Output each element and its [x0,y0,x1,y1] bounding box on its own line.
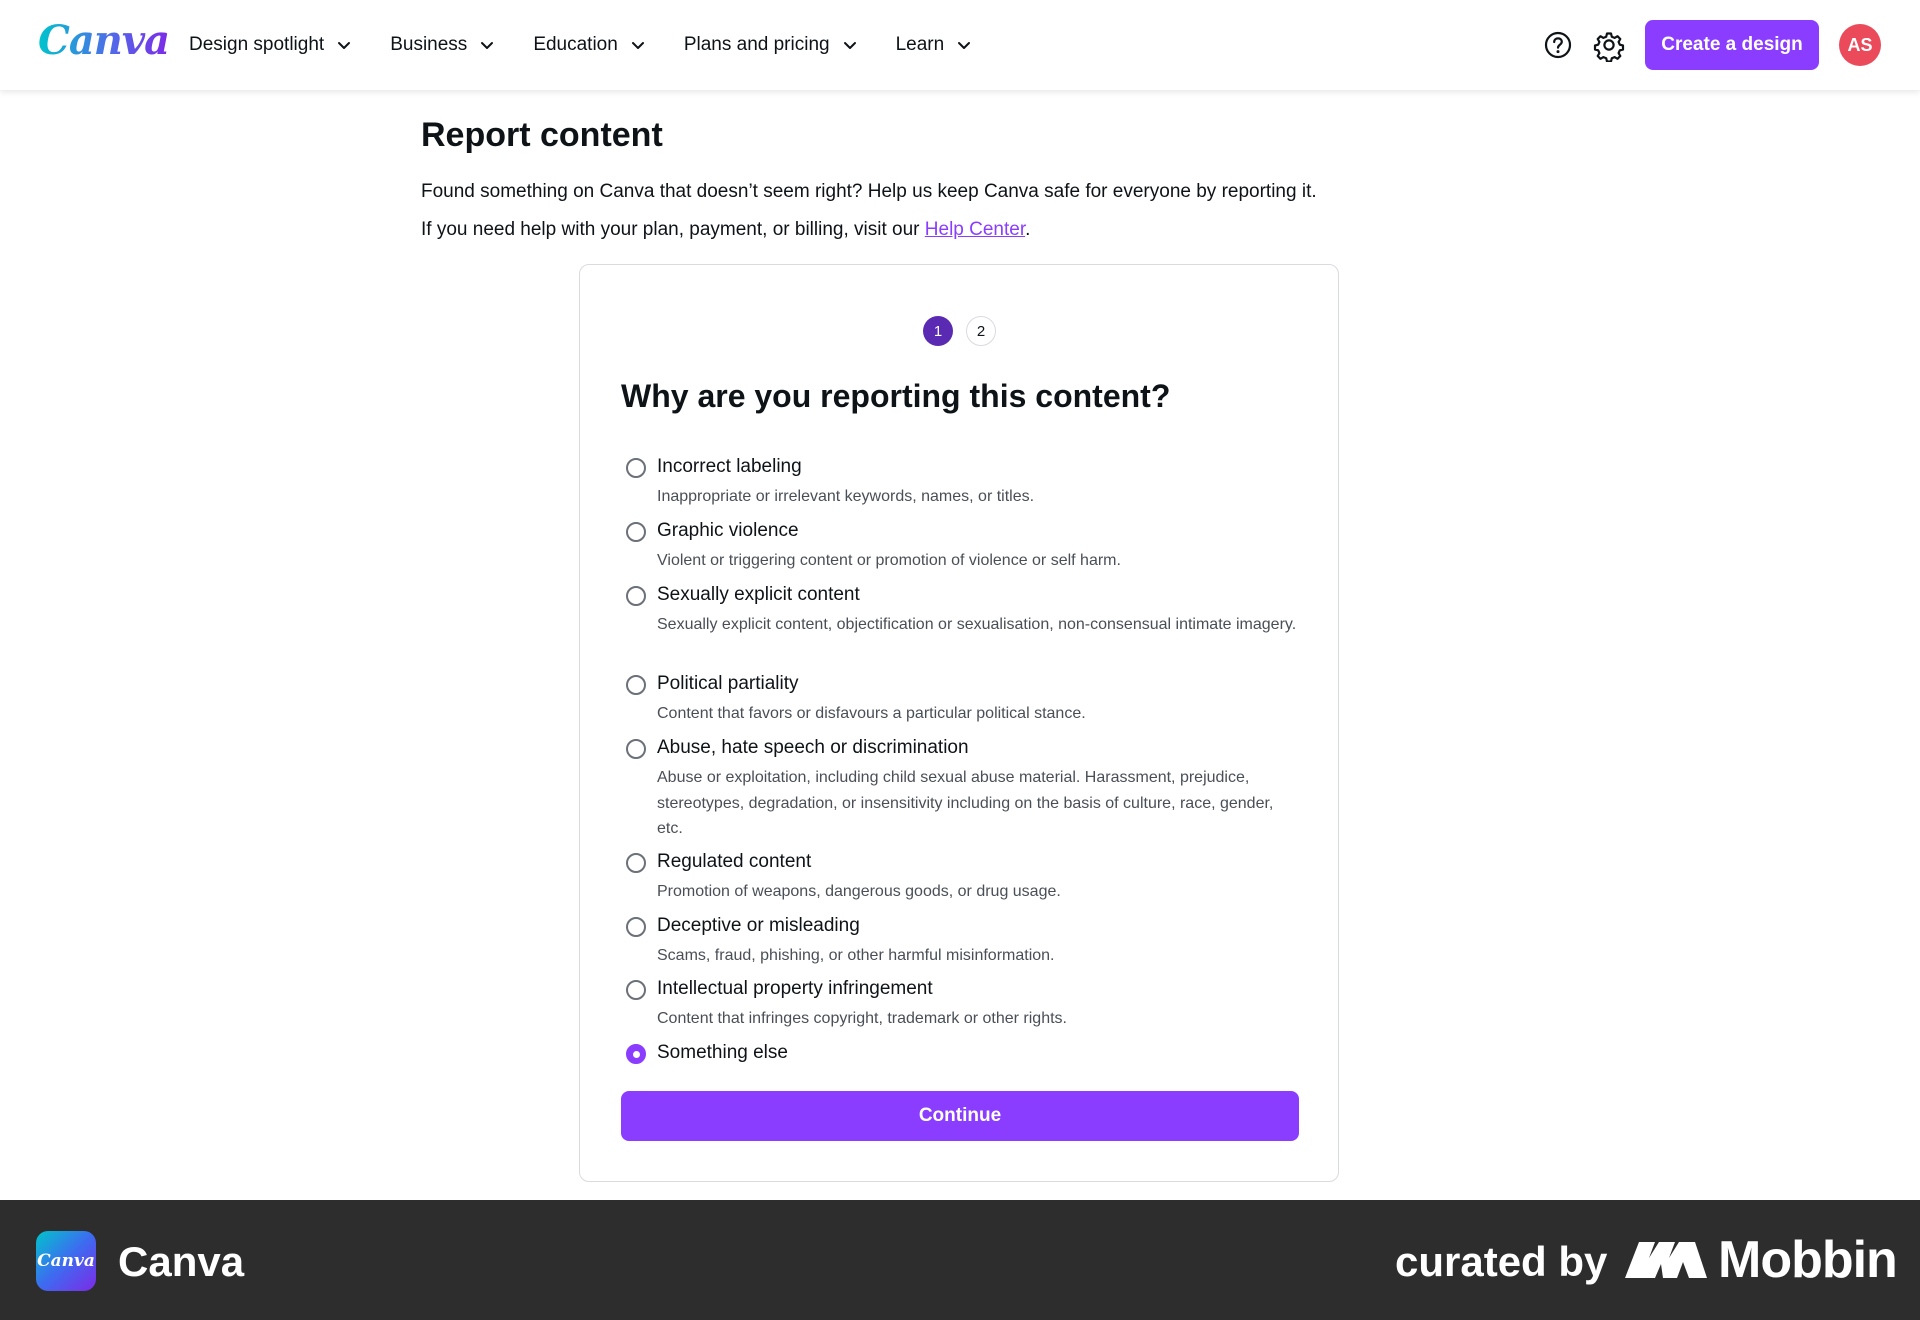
chevron-down-icon [481,42,494,49]
user-avatar[interactable]: AS [1839,24,1881,66]
option-label: Abuse, hate speech or discrimination [657,737,969,758]
curated-by-label: curated by [1395,1238,1608,1285]
option-description: Promotion of weapons, dangerous goods, o… [657,883,1061,900]
mobbin-wordmark: Mobbin [1718,1231,1898,1289]
mobbin-logo-icon [1625,1242,1707,1278]
option-description: Violent or triggering content or promoti… [657,552,1121,569]
chevron-down-icon [843,42,856,49]
radio-button[interactable] [626,917,646,937]
nav-learn[interactable]: Learn [896,34,973,56]
option-description: Sexually explicit content, objectificati… [657,616,1297,633]
main-nav: Design spotlight Business Education Plan… [189,0,1010,90]
nav-education[interactable]: Education [533,34,646,56]
attribution-footer: Canva Canva curated by Mobbin [0,1200,1920,1320]
radio-button[interactable] [626,853,646,873]
option-description: Scams, fraud, phishing, or other harmful… [657,947,1055,964]
help-prefix: If you need help with your plan, payment… [421,219,925,240]
option-description: Abuse or exploitation, including child s… [657,769,1274,837]
nav-plans-and-pricing[interactable]: Plans and pricing [684,34,858,56]
radio-button[interactable] [626,739,646,759]
radio-button-selected[interactable] [626,1044,646,1064]
help-suffix: . [1025,219,1031,240]
nav-label: Plans and pricing [683,34,830,55]
option-label: Deceptive or misleading [657,915,860,936]
question-circle-icon[interactable] [1541,28,1575,62]
create-a-design-button[interactable]: Create a design [1645,20,1819,70]
option-label: Incorrect labeling [657,456,802,477]
option-label: Intellectual property infringement [657,978,933,999]
page-title: Report content [421,116,663,154]
step-indicator-1: 1 [923,316,953,346]
radio-button[interactable] [626,458,646,478]
nav-label: Education [533,34,618,55]
option-label: Regulated content [657,851,812,872]
app-name: Canva [118,1238,245,1285]
radio-button[interactable] [626,675,646,695]
help-center-link[interactable]: Help Center [925,219,1025,240]
option-label: Political partiality [657,673,799,694]
option-description: Inappropriate or irrelevant keywords, na… [657,488,1035,505]
option-label: Something else [657,1042,788,1063]
option-label: Graphic violence [657,520,799,541]
intro-text: Found something on Canva that doesn’t se… [421,181,1317,202]
nav-label: Business [390,34,468,55]
nav-label: Design spotlight [189,34,325,55]
canva-app-icon: Canva [36,1231,96,1291]
form-question: Why are you reporting this content? [621,378,1171,414]
chevron-down-icon [338,42,351,49]
nav-design-spotlight[interactable]: Design spotlight [189,34,352,56]
option-description: Content that favors or disfavours a part… [657,705,1086,722]
top-navigation-bar: Canva Design spotlight Business Educatio… [0,0,1920,90]
option-description: Content that infringes copyright, tradem… [657,1010,1067,1027]
nav-label: Learn [895,34,945,55]
nav-business[interactable]: Business [390,34,495,56]
help-center-text: If you need help with your plan, payment… [421,219,1030,241]
continue-button[interactable]: Continue [621,1091,1299,1141]
canva-logo[interactable]: Canva [38,17,170,64]
radio-button[interactable] [626,522,646,542]
radio-button[interactable] [626,980,646,1000]
radio-button[interactable] [626,586,646,606]
gear-icon[interactable] [1592,28,1626,62]
step-indicator-2: 2 [966,316,996,346]
chevron-down-icon [958,42,971,49]
option-label: Sexually explicit content [657,584,860,605]
chevron-down-icon [631,42,644,49]
